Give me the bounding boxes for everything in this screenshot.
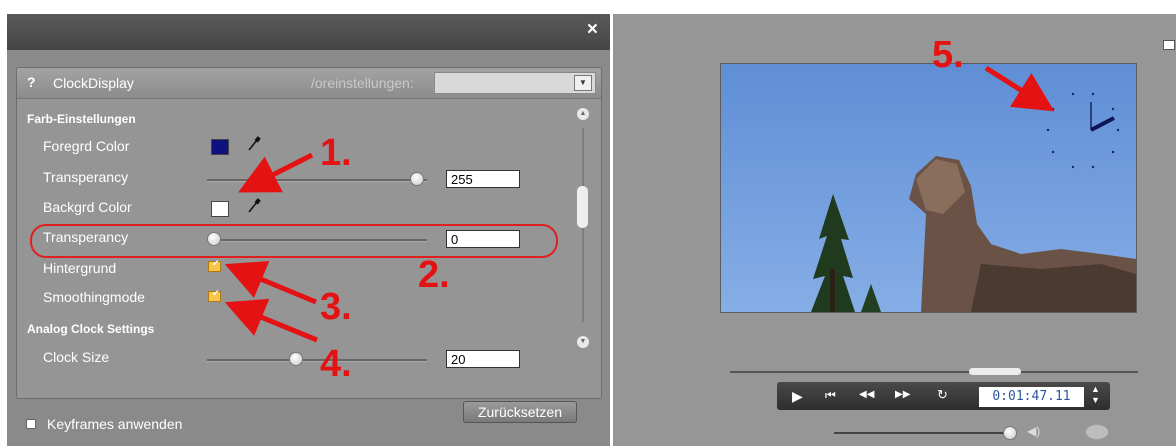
annotation-2: 2.: [418, 254, 450, 296]
annotation-3: 3.: [320, 286, 352, 328]
annotation-5: 5.: [932, 34, 964, 76]
annotation-1: 1.: [320, 132, 352, 174]
annotation-arrows: [224, 65, 1055, 343]
arrow-5: [984, 65, 1055, 112]
arrow-4: [224, 298, 318, 343]
arrow-1: [238, 152, 314, 193]
arrow-3: [224, 261, 317, 305]
annotation-4: 4.: [320, 343, 352, 385]
